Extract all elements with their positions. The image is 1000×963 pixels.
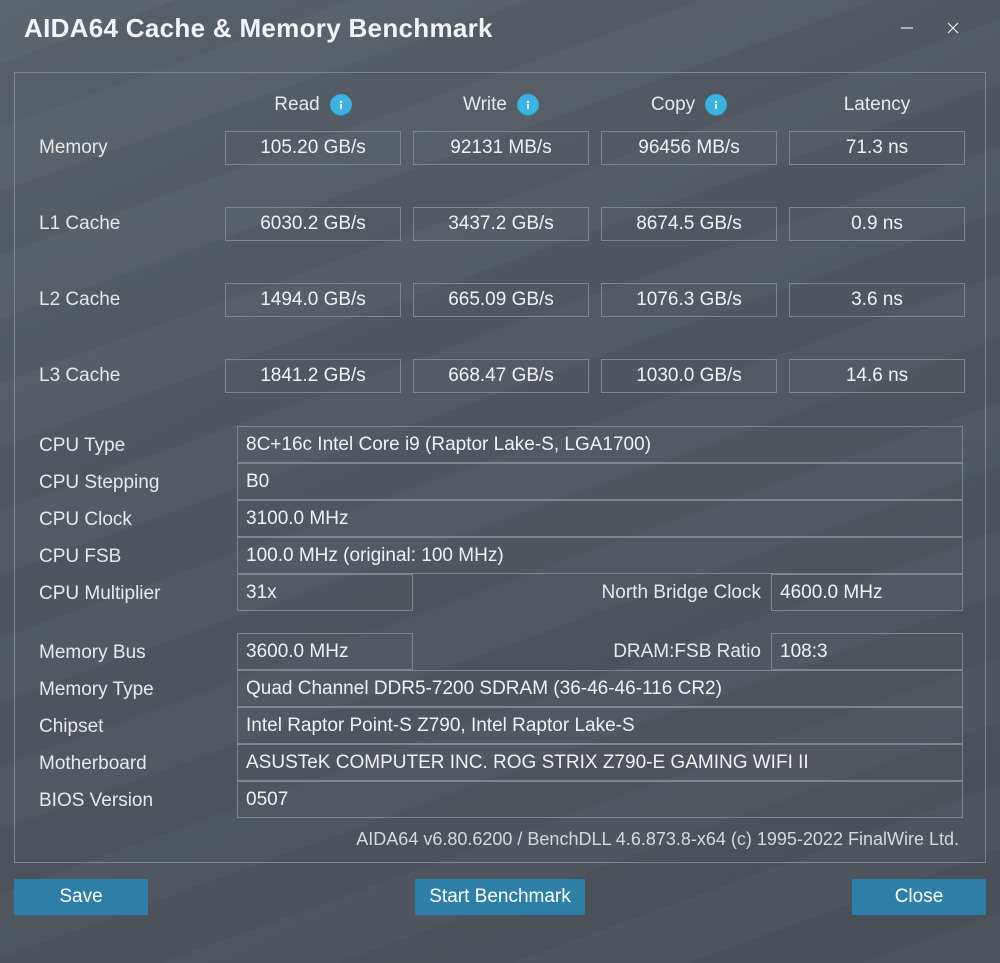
label-memory-type: Memory Type <box>37 671 229 708</box>
bottom-button-bar: Save Start Benchmark Close <box>0 871 1000 927</box>
close-button[interactable]: Close <box>852 879 986 915</box>
info-icon[interactable] <box>517 94 539 116</box>
label-cpu-type: CPU Type <box>37 427 229 464</box>
row-memory: Memory 105.20 GB/s 92131 MB/s 96456 MB/s… <box>37 125 963 171</box>
col-header-latency-label: Latency <box>844 94 911 116</box>
save-button[interactable]: Save <box>14 879 148 915</box>
label-cpu-fsb: CPU FSB <box>37 538 229 575</box>
value-memory-type: Quad Channel DDR5-7200 SDRAM (36-46-46-1… <box>237 670 963 707</box>
l2-copy[interactable]: 1076.3 GB/s <box>601 283 777 317</box>
row-l1-label: L1 Cache <box>37 213 213 235</box>
memory-info-grid: Memory Bus 3600.0 MHz DRAM:FSB Ratio 108… <box>37 634 963 819</box>
label-cpu-multiplier: CPU Multiplier <box>37 575 229 612</box>
row-l1cache: L1 Cache 6030.2 GB/s 3437.2 GB/s 8674.5 … <box>37 201 963 247</box>
label-memory-bus: Memory Bus <box>37 634 229 671</box>
col-header-write-label: Write <box>463 94 507 116</box>
row-l2-label: L2 Cache <box>37 289 213 311</box>
value-dram-fsb-ratio: 108:3 <box>771 633 963 670</box>
row-memory-label: Memory <box>37 137 213 159</box>
value-bios-version: 0507 <box>237 781 963 818</box>
value-motherboard: ASUSTeK COMPUTER INC. ROG STRIX Z790-E G… <box>237 744 963 781</box>
info-icon[interactable] <box>705 94 727 116</box>
l3-copy[interactable]: 1030.0 GB/s <box>601 359 777 393</box>
info-icon[interactable] <box>330 94 352 116</box>
l1-read[interactable]: 6030.2 GB/s <box>225 207 401 241</box>
l3-latency[interactable]: 14.6 ns <box>789 359 965 393</box>
col-header-read-label: Read <box>274 94 319 116</box>
col-header-copy-label: Copy <box>651 94 695 116</box>
memory-write[interactable]: 92131 MB/s <box>413 131 589 165</box>
l1-write[interactable]: 3437.2 GB/s <box>413 207 589 241</box>
label-bios-version: BIOS Version <box>37 782 229 819</box>
col-header-latency: Latency <box>789 94 965 116</box>
label-cpu-clock: CPU Clock <box>37 501 229 538</box>
close-window-button[interactable] <box>930 12 976 44</box>
l2-read[interactable]: 1494.0 GB/s <box>225 283 401 317</box>
row-l3cache: L3 Cache 1841.2 GB/s 668.47 GB/s 1030.0 … <box>37 353 963 399</box>
l3-read[interactable]: 1841.2 GB/s <box>225 359 401 393</box>
value-memory-bus: 3600.0 MHz <box>237 633 413 670</box>
l1-copy[interactable]: 8674.5 GB/s <box>601 207 777 241</box>
memory-read[interactable]: 105.20 GB/s <box>225 131 401 165</box>
memory-latency[interactable]: 71.3 ns <box>789 131 965 165</box>
system-info-grid: CPU Type 8C+16c Intel Core i9 (Raptor La… <box>37 427 963 612</box>
minimize-button[interactable] <box>884 12 930 44</box>
value-cpu-clock: 3100.0 MHz <box>237 500 963 537</box>
label-dram-fsb-ratio: DRAM:FSB Ratio <box>413 641 771 663</box>
col-header-copy: Copy <box>601 94 777 116</box>
l2-latency[interactable]: 3.6 ns <box>789 283 965 317</box>
col-header-read: Read <box>225 94 401 116</box>
window-title: AIDA64 Cache & Memory Benchmark <box>24 13 884 44</box>
benchmark-header-row: Read Write Copy Latency <box>37 85 963 125</box>
l1-latency[interactable]: 0.9 ns <box>789 207 965 241</box>
value-north-bridge-clock: 4600.0 MHz <box>771 574 963 611</box>
row-l2cache: L2 Cache 1494.0 GB/s 665.09 GB/s 1076.3 … <box>37 277 963 323</box>
label-cpu-stepping: CPU Stepping <box>37 464 229 501</box>
col-header-write: Write <box>413 94 589 116</box>
value-cpu-stepping: B0 <box>237 463 963 500</box>
value-cpu-fsb: 100.0 MHz (original: 100 MHz) <box>237 537 963 574</box>
memory-copy[interactable]: 96456 MB/s <box>601 131 777 165</box>
titlebar: AIDA64 Cache & Memory Benchmark <box>0 0 1000 54</box>
l3-write[interactable]: 668.47 GB/s <box>413 359 589 393</box>
value-chipset: Intel Raptor Point-S Z790, Intel Raptor … <box>237 707 963 744</box>
start-benchmark-button[interactable]: Start Benchmark <box>415 879 585 915</box>
value-cpu-type: 8C+16c Intel Core i9 (Raptor Lake-S, LGA… <box>237 426 963 463</box>
value-cpu-multiplier: 31x <box>237 574 413 611</box>
main-panel: Read Write Copy Latency Memory 105.20 GB… <box>14 72 986 863</box>
row-l3-label: L3 Cache <box>37 365 213 387</box>
label-north-bridge-clock: North Bridge Clock <box>413 582 771 604</box>
version-footer: AIDA64 v6.80.6200 / BenchDLL 4.6.873.8-x… <box>37 819 963 852</box>
label-chipset: Chipset <box>37 708 229 745</box>
label-motherboard: Motherboard <box>37 745 229 782</box>
l2-write[interactable]: 665.09 GB/s <box>413 283 589 317</box>
